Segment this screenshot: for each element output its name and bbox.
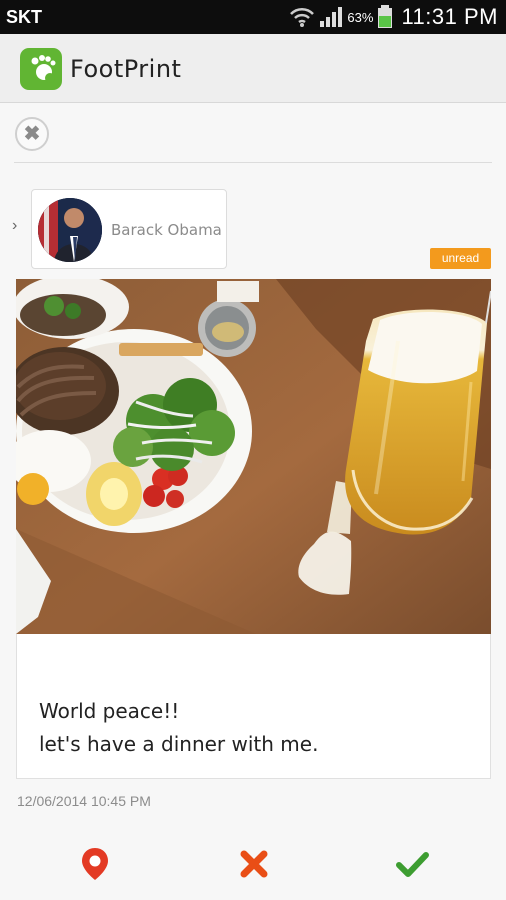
chevron-right-icon[interactable]: › bbox=[12, 217, 17, 235]
reject-x-icon bbox=[240, 850, 268, 878]
status-time: 11:31 PM bbox=[401, 4, 498, 29]
app-logo-icon bbox=[20, 48, 62, 90]
message-detail: ✖ › Barack Obama unread World peace!! le… bbox=[0, 103, 506, 900]
unread-badge: unread bbox=[430, 248, 491, 269]
accept-button[interactable] bbox=[392, 844, 432, 884]
close-icon: ✖ bbox=[23, 123, 41, 145]
wifi-icon bbox=[290, 7, 315, 27]
sender-card[interactable]: Barack Obama bbox=[31, 189, 227, 269]
location-pin-icon bbox=[82, 848, 108, 880]
message-timestamp: 12/06/2014 10:45 PM bbox=[17, 793, 151, 809]
app-header: FootPrint bbox=[0, 34, 506, 103]
avatar bbox=[38, 198, 102, 262]
location-button[interactable] bbox=[75, 844, 115, 884]
message-line-1: World peace!! bbox=[39, 699, 180, 723]
sender-name: Barack Obama bbox=[111, 221, 222, 239]
message-box: World peace!! let's have a dinner with m… bbox=[16, 634, 491, 779]
status-icons: 63% 11:31 PM bbox=[289, 4, 498, 30]
status-bar: SKT 63% 11:31 PM bbox=[0, 0, 506, 34]
carrier-name: SKT bbox=[6, 7, 42, 27]
reject-button[interactable] bbox=[234, 844, 274, 884]
accept-check-icon bbox=[396, 852, 429, 877]
app-title: FootPrint bbox=[70, 55, 182, 83]
close-button[interactable]: ✖ bbox=[15, 117, 49, 151]
signal-icon bbox=[320, 7, 343, 27]
divider bbox=[14, 162, 492, 163]
battery-percent: 63% bbox=[347, 9, 374, 25]
battery-icon bbox=[378, 5, 393, 28]
message-line-2: let's have a dinner with me. bbox=[39, 732, 319, 756]
message-photo[interactable] bbox=[16, 279, 491, 634]
